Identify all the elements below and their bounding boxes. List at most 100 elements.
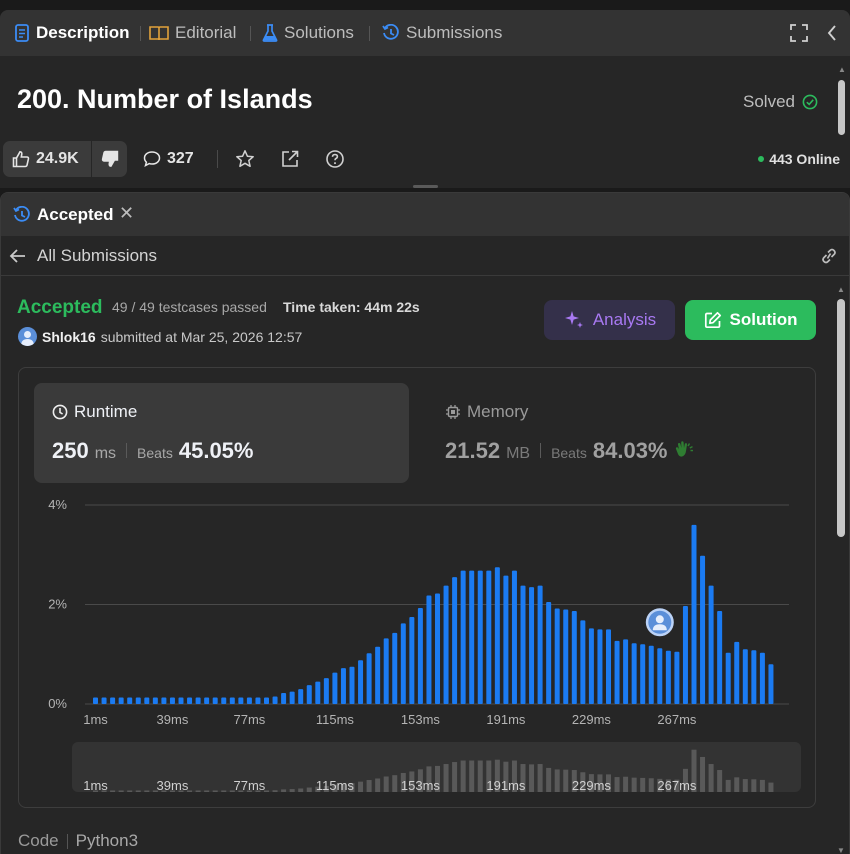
panel-resize-handle[interactable] bbox=[413, 185, 438, 188]
runtime-box[interactable]: Runtime 250 ms Beats 45.05% bbox=[34, 383, 409, 483]
chart-bar[interactable] bbox=[417, 607, 423, 704]
memory-box[interactable]: Memory 21.52 MB Beats 84.03% bbox=[427, 383, 802, 483]
close-icon[interactable]: ✕ bbox=[119, 203, 134, 224]
chart-bar[interactable] bbox=[751, 650, 757, 704]
tab-editorial[interactable]: Editorial bbox=[149, 10, 236, 56]
chart-bar[interactable] bbox=[460, 570, 466, 704]
description-scrollbar[interactable]: ▲ bbox=[838, 65, 846, 135]
help-icon[interactable] bbox=[325, 149, 345, 174]
chart-bar[interactable] bbox=[648, 645, 654, 704]
chart-bar[interactable] bbox=[289, 691, 295, 704]
chart-bar[interactable] bbox=[135, 697, 141, 704]
chart-bar[interactable] bbox=[366, 653, 372, 704]
solution-button[interactable]: Solution bbox=[685, 300, 816, 340]
comments-button[interactable]: 327 bbox=[143, 141, 194, 177]
chart-bar[interactable] bbox=[375, 646, 381, 704]
chart-bar[interactable] bbox=[161, 697, 167, 704]
chart-bar[interactable] bbox=[332, 672, 338, 704]
chart-bar[interactable] bbox=[392, 632, 398, 704]
chart-bar[interactable] bbox=[708, 585, 714, 704]
like-button[interactable]: 24.9K bbox=[3, 141, 92, 177]
chart-bar[interactable] bbox=[700, 555, 706, 704]
chart-bar[interactable] bbox=[486, 570, 492, 704]
chart-bar[interactable] bbox=[537, 585, 543, 704]
chart-bar[interactable] bbox=[255, 697, 261, 704]
chart-bar[interactable] bbox=[494, 567, 500, 704]
chart-bar[interactable] bbox=[443, 585, 449, 704]
chart-bar[interactable] bbox=[204, 697, 210, 704]
chart-bar[interactable] bbox=[358, 660, 364, 704]
chart-bar[interactable] bbox=[529, 587, 535, 704]
chart-bar[interactable] bbox=[426, 595, 432, 704]
chart-bar[interactable] bbox=[306, 685, 312, 704]
chart-bar[interactable] bbox=[546, 602, 552, 704]
tab-description[interactable]: Description bbox=[14, 10, 130, 56]
chart-bar[interactable] bbox=[597, 629, 603, 704]
chart-bar[interactable] bbox=[195, 697, 201, 704]
chart-bar[interactable] bbox=[691, 524, 697, 704]
chart-bar[interactable] bbox=[452, 577, 458, 704]
chart-bar[interactable] bbox=[469, 570, 475, 704]
tab-solutions[interactable]: Solutions bbox=[262, 10, 354, 56]
chart-bar[interactable] bbox=[110, 697, 116, 704]
back-arrow-icon[interactable] bbox=[9, 247, 27, 270]
chart-bar[interactable] bbox=[623, 639, 629, 704]
chart-bar[interactable] bbox=[281, 693, 287, 704]
chart-bar[interactable] bbox=[272, 696, 278, 704]
runtime-range-slider[interactable]: 1ms 39ms 77ms 115ms 153ms 191ms 229ms 267ms bbox=[72, 742, 801, 792]
chart-bar[interactable] bbox=[187, 697, 193, 704]
chart-bar[interactable] bbox=[298, 689, 304, 704]
chart-bar[interactable] bbox=[212, 697, 218, 704]
scroll-up-arrow-icon[interactable]: ▲ bbox=[837, 285, 845, 294]
fullscreen-icon[interactable] bbox=[790, 24, 808, 47]
chart-bar[interactable] bbox=[571, 610, 577, 704]
chart-bar[interactable] bbox=[383, 638, 389, 704]
chart-bar[interactable] bbox=[768, 664, 774, 704]
chart-bar[interactable] bbox=[409, 616, 415, 704]
chart-bar[interactable] bbox=[101, 697, 107, 704]
submission-scrollbar[interactable]: ▲ ▼ bbox=[836, 285, 846, 854]
all-submissions-link[interactable]: All Submissions bbox=[37, 246, 157, 266]
tab-submissions[interactable]: Submissions bbox=[382, 10, 502, 56]
chart-bar[interactable] bbox=[229, 697, 235, 704]
chart-bar[interactable] bbox=[340, 668, 346, 704]
chart-bar[interactable] bbox=[759, 652, 765, 704]
chart-bar[interactable] bbox=[152, 697, 158, 704]
scrollbar-thumb[interactable] bbox=[837, 299, 845, 537]
chart-bar[interactable] bbox=[734, 641, 740, 704]
chart-bar[interactable] bbox=[323, 678, 329, 704]
chart-bar[interactable] bbox=[246, 697, 252, 704]
chart-bar[interactable] bbox=[614, 640, 620, 704]
link-icon[interactable] bbox=[819, 247, 839, 270]
tab-accepted[interactable]: Accepted bbox=[13, 193, 114, 236]
chart-bar[interactable] bbox=[554, 608, 560, 704]
analysis-button[interactable]: Analysis bbox=[544, 300, 675, 340]
chart-bar[interactable] bbox=[127, 697, 133, 704]
chart-bar[interactable] bbox=[665, 650, 671, 704]
chart-bar[interactable] bbox=[400, 623, 406, 704]
chart-bar[interactable] bbox=[674, 651, 680, 704]
scroll-up-arrow-icon[interactable]: ▲ bbox=[838, 65, 846, 74]
chart-bar[interactable] bbox=[477, 570, 483, 704]
chart-bar[interactable] bbox=[742, 649, 748, 704]
chart-bar[interactable] bbox=[725, 652, 731, 704]
collapse-chevron-icon[interactable] bbox=[826, 24, 838, 47]
share-external-icon[interactable] bbox=[280, 149, 300, 174]
chart-bar[interactable] bbox=[588, 628, 594, 704]
chart-bar[interactable] bbox=[238, 697, 244, 704]
chart-bar[interactable] bbox=[118, 697, 124, 704]
chart-bar[interactable] bbox=[503, 575, 509, 704]
username-link[interactable]: Shlok16 bbox=[42, 329, 96, 345]
your-submission-marker[interactable] bbox=[645, 608, 674, 637]
chart-bar[interactable] bbox=[520, 585, 526, 704]
chart-bar[interactable] bbox=[178, 697, 184, 704]
chart-bar[interactable] bbox=[221, 697, 227, 704]
dislike-button[interactable] bbox=[92, 141, 127, 177]
chart-bar[interactable] bbox=[563, 609, 569, 704]
chart-bar[interactable] bbox=[435, 593, 440, 704]
chart-bar[interactable] bbox=[144, 697, 150, 704]
chart-bar[interactable] bbox=[657, 648, 663, 704]
chart-bar[interactable] bbox=[169, 697, 175, 704]
chart-bar[interactable] bbox=[315, 681, 321, 704]
chart-bar[interactable] bbox=[264, 697, 269, 704]
